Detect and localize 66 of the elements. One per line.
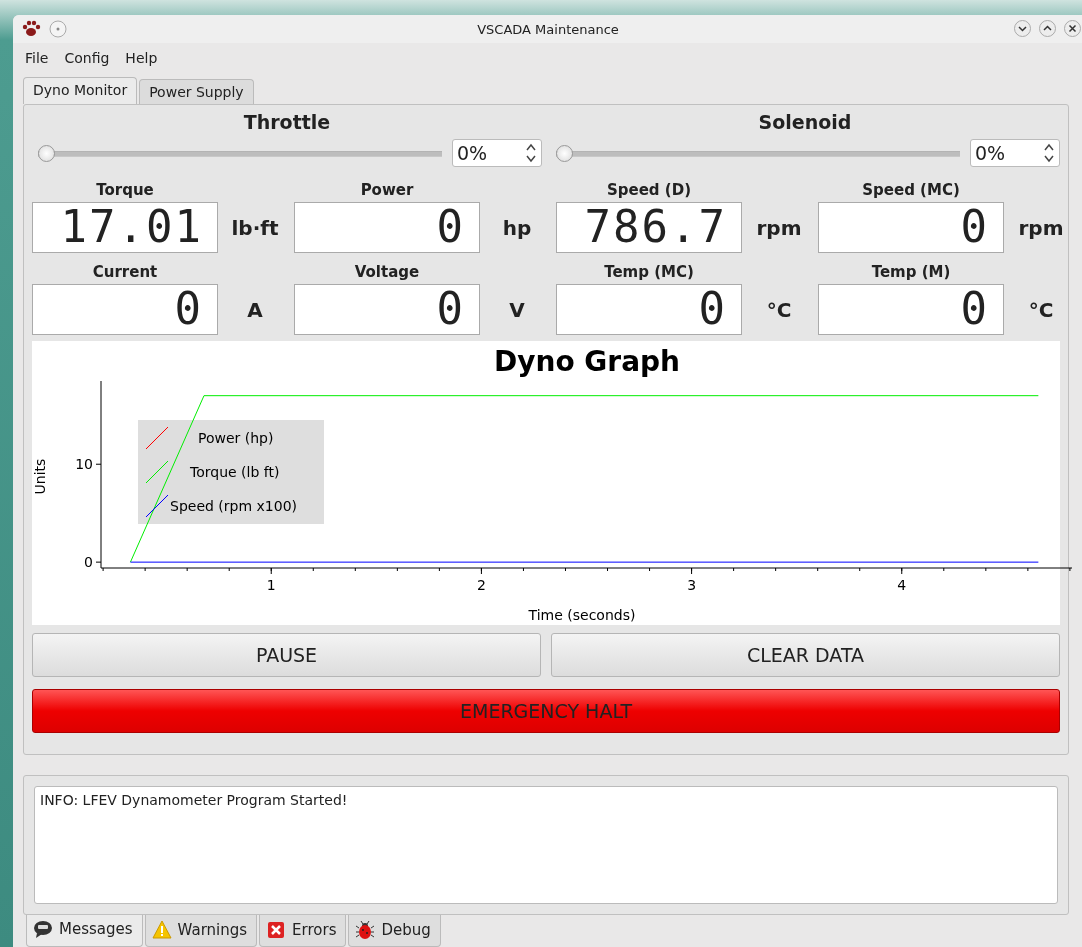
window-title: VSCADA Maintenance (477, 22, 619, 37)
log-tab[interactable]: Warnings (144, 915, 258, 947)
menu-item[interactable]: File (17, 50, 57, 66)
lcd-display: 786.7 (556, 202, 742, 253)
slider-thumb[interactable] (38, 144, 55, 162)
readout-label: Voltage (354, 263, 420, 281)
warning-icon (151, 920, 172, 940)
unit-label: rpm (1017, 215, 1065, 240)
readout-label: Temp (MC) (604, 263, 694, 281)
ladybug-icon (355, 920, 376, 940)
lcd-display: 0 (32, 284, 218, 335)
unit-label: rpm (755, 215, 803, 240)
spin-box[interactable]: 0% (970, 139, 1060, 167)
tab[interactable]: Power Supply (139, 79, 254, 104)
action-button[interactable]: PAUSE (32, 633, 541, 677)
lcd-display: 17.01 (32, 202, 218, 253)
lcd-display: 0 (294, 202, 480, 253)
error-icon (266, 920, 287, 940)
readout-label: Speed (D) (607, 181, 691, 199)
menu-item[interactable]: Help (117, 50, 166, 66)
chart-title: Dyno Graph (493, 345, 681, 378)
log-tab[interactable]: Errors (259, 915, 347, 947)
y-tick-label: 10 (75, 456, 93, 473)
slider-label: Solenoid (758, 111, 852, 133)
x-tick-label: 1 (266, 577, 276, 593)
speech-bubble-icon (33, 919, 53, 939)
maximize-icon[interactable] (1039, 20, 1056, 37)
readout-label: Speed (MC) (862, 181, 960, 199)
emergency-halt-button[interactable]: EMERGENCY HALT (32, 689, 1060, 733)
unit-label: hp (501, 215, 533, 240)
unit-label: V (508, 297, 526, 322)
readout-label: Power (360, 181, 414, 199)
y-axis-label: Units (32, 458, 48, 495)
lcd-display: 0 (294, 284, 480, 335)
x-tick-label: 3 (687, 577, 697, 593)
readout-label: Torque (96, 181, 154, 199)
unit-label: lb·ft (230, 215, 280, 240)
x-axis-label: Time (seconds) (528, 607, 636, 623)
minimize-icon[interactable] (1014, 20, 1031, 37)
unit-label: A (246, 297, 264, 322)
spin-arrows-icon[interactable] (1043, 142, 1055, 164)
lcd-display: 0 (818, 284, 1004, 335)
legend-label: Power (hp) (198, 430, 274, 446)
readout-label: Temp (M) (871, 263, 951, 281)
log-line: INFO: LFEV Dynamometer Program Started! (40, 792, 349, 808)
x-tick-label: 4 (897, 577, 907, 593)
legend-label: Speed (rpm x100) (170, 498, 297, 514)
tab[interactable]: Dyno Monitor (23, 77, 138, 104)
unit-label: °C (765, 297, 793, 322)
lcd-display: 0 (818, 202, 1004, 253)
x-tick-label: 2 (476, 577, 486, 593)
y-tick-label: 0 (84, 554, 93, 571)
readout-label: Current (92, 263, 158, 281)
action-button[interactable]: CLEAR DATA (551, 633, 1060, 677)
spin-arrows-icon[interactable] (525, 142, 537, 164)
log-tab[interactable]: Debug (348, 915, 441, 947)
legend-label: Torque (lb ft) (190, 464, 280, 480)
slider-label: Throttle (243, 111, 331, 133)
log-tab[interactable]: Messages (26, 915, 143, 947)
spin-box[interactable]: 0% (452, 139, 542, 167)
slider-thumb[interactable] (556, 144, 573, 162)
close-icon[interactable] (1064, 20, 1081, 37)
lcd-display: 0 (556, 284, 742, 335)
menu-item[interactable]: Config (56, 50, 118, 66)
paw-icon[interactable] (21, 19, 41, 39)
unit-label: °C (1027, 297, 1055, 322)
